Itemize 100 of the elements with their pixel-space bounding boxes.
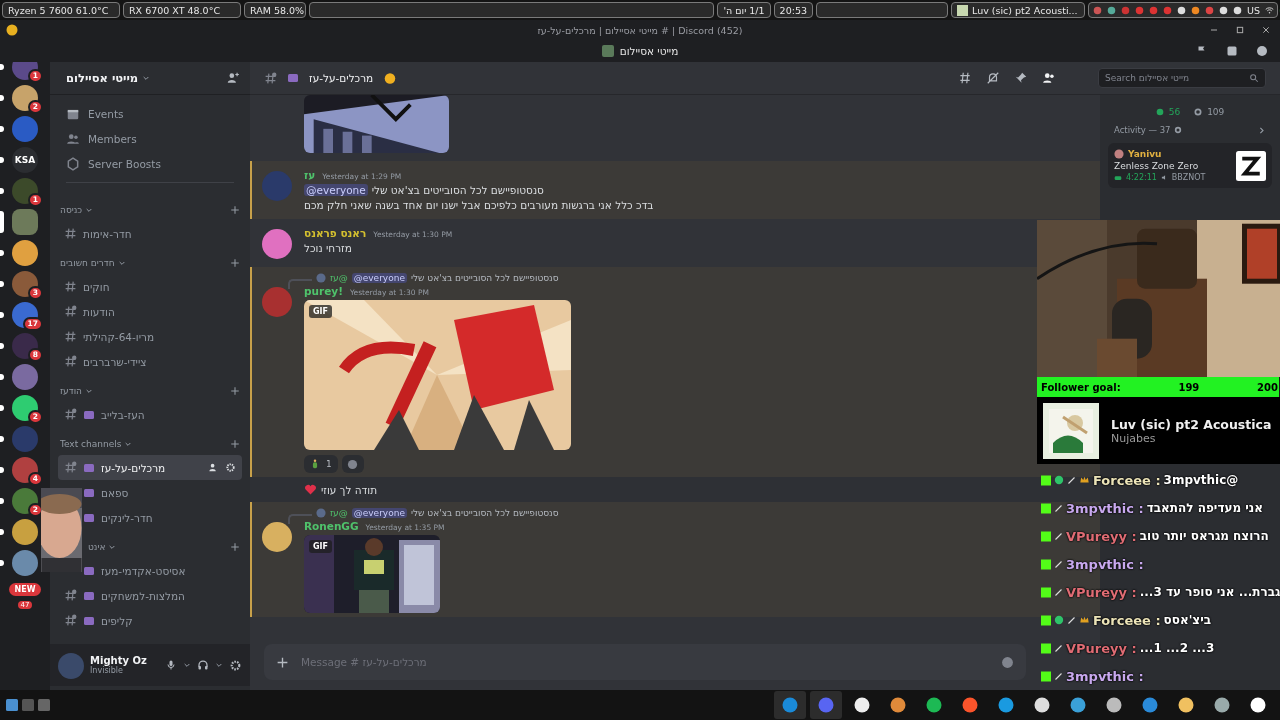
chevron-icon	[117, 259, 126, 267]
channel-item[interactable]: מרכלים-על-עז	[58, 455, 242, 480]
chevron-icon	[142, 74, 151, 82]
avatar[interactable]	[262, 229, 292, 259]
mention[interactable]: @everyone	[351, 508, 407, 518]
close-icon[interactable]	[1262, 26, 1270, 34]
server-icon[interactable]	[12, 85, 38, 111]
server-icon[interactable]	[12, 271, 38, 297]
kick-logo-icon	[1041, 474, 1051, 486]
song-title: Luv (sic) pt2 Acoustica	[1111, 416, 1272, 432]
search-field[interactable]: Search מייטי אסיילום	[1098, 68, 1266, 88]
mention[interactable]: @everyone	[351, 273, 407, 283]
microphone-icon[interactable]	[165, 659, 177, 671]
figure-icon	[310, 458, 320, 470]
chat-message: ביצ'אסס	[1163, 613, 1211, 627]
elapsed-time: 4:22:11	[1126, 173, 1157, 182]
keyboard-layout[interactable]: US	[1247, 4, 1260, 16]
add-reaction-button[interactable]	[341, 455, 364, 473]
reply-user[interactable]: @עז	[330, 508, 348, 518]
server-icon[interactable]	[12, 550, 38, 576]
channel-name[interactable]: אסיסט-אקדמי-מעז	[101, 564, 236, 577]
chevron-icon	[215, 661, 223, 669]
server-icon[interactable]	[12, 178, 38, 204]
app-logo-icon	[6, 24, 18, 36]
server-icon[interactable]	[12, 395, 38, 421]
kick-logo-icon	[1041, 502, 1051, 514]
ram-widget: RAM 58.0%	[244, 2, 306, 18]
channel-title: מרכלים-על-עז	[309, 72, 374, 84]
album-icon	[957, 4, 968, 16]
maximize-icon[interactable]	[1236, 26, 1244, 34]
clock-widget: 20:53	[773, 2, 813, 18]
author-name[interactable]: RonenGG	[304, 520, 359, 532]
chevron-icon	[124, 440, 133, 448]
settings-icon[interactable]	[229, 658, 242, 672]
server-icon[interactable]	[12, 488, 38, 514]
date-widget: 1/1 יום ה'	[717, 2, 771, 18]
headphones-icon[interactable]	[197, 659, 209, 671]
category-label[interactable]: חדרים חשובים	[60, 258, 115, 268]
chat-username: VPureyy :	[1066, 584, 1137, 600]
author-name[interactable]: עז	[304, 169, 316, 181]
pin-icon[interactable]	[1014, 71, 1028, 85]
reply-line	[288, 279, 312, 289]
plus-icon[interactable]	[230, 439, 240, 449]
server-name[interactable]: מייטי אסיילום	[66, 71, 139, 85]
category-label[interactable]: אינט	[88, 542, 106, 552]
server-icon[interactable]	[12, 333, 38, 359]
reply-text[interactable]: סנסטופיישם לכל הסובייטים בצ'אט שלי	[410, 508, 559, 518]
artist-name: Nujabes	[1111, 431, 1157, 445]
channel-name[interactable]: קליפים	[101, 614, 236, 627]
chat-username: VPureyy :	[1066, 528, 1137, 544]
category-label[interactable]: הודעז	[60, 386, 82, 396]
reaction[interactable]: 1	[304, 455, 338, 473]
channel-name[interactable]: מריו-64-קהילתי	[83, 330, 236, 343]
plus-icon[interactable]	[230, 205, 240, 215]
nav-link[interactable]: Members	[88, 132, 137, 145]
threads-icon[interactable]	[958, 71, 972, 85]
user-status: Invisible	[90, 666, 124, 675]
mention[interactable]: @everyone	[304, 184, 368, 196]
chat-message: הרוצח מגראס יותר טוב	[1139, 529, 1269, 543]
server-icon[interactable]	[12, 240, 38, 266]
server-icon[interactable]	[12, 519, 38, 545]
offline-ring-icon	[1194, 108, 1203, 116]
chevron-right-icon[interactable]	[1257, 125, 1266, 135]
bell-muted-icon[interactable]	[986, 71, 1000, 85]
people-icon[interactable]	[1042, 71, 1056, 85]
channel-name[interactable]: חוקים	[83, 280, 236, 293]
goal-label: Follower goal:	[1041, 381, 1121, 393]
author-name[interactable]: ראנס פראנס	[304, 227, 367, 239]
nav-link[interactable]: Server Boosts	[88, 157, 161, 170]
channel-name[interactable]: חדר-לינקים	[101, 511, 236, 524]
settings-icon[interactable]	[1173, 126, 1182, 134]
channel-name[interactable]: ספאם	[101, 486, 236, 499]
server-icon[interactable]: KSA	[12, 147, 38, 173]
media-widget[interactable]: Luv (sic) pt2 Acousti...	[951, 2, 1085, 18]
channel-name[interactable]: הודעות	[83, 305, 236, 318]
plus-icon[interactable]	[230, 258, 240, 268]
channel-name[interactable]: המלצות-למשחקים	[101, 589, 236, 602]
plus-icon[interactable]	[230, 542, 240, 552]
plus-icon[interactable]	[276, 655, 289, 669]
activity-card[interactable]: Yanivu Zenless Zone Zero 4:22:11 BBZNOT	[1108, 143, 1272, 188]
category-label[interactable]: Text channels	[60, 439, 122, 449]
plus-icon[interactable]	[230, 386, 240, 396]
user-name: Mighty Oz	[90, 655, 148, 666]
reply-user[interactable]: @עז	[330, 273, 348, 283]
server-icon[interactable]	[12, 457, 38, 483]
online-count: 56	[1168, 107, 1181, 117]
add-person-icon[interactable]	[226, 71, 240, 85]
avatar[interactable]	[262, 522, 292, 552]
channel-name[interactable]: העז-בלייב	[101, 408, 236, 421]
channel-name[interactable]: חדר-אימות	[83, 227, 236, 240]
gif-label: GIF	[309, 540, 332, 553]
avatar-icon	[316, 508, 326, 518]
author-name[interactable]: purey!	[304, 285, 343, 297]
chat-username: Forceee :	[1093, 612, 1161, 628]
reply-text[interactable]: סנסטופיישם לכל הסובייטים בצ'אט שלי	[410, 273, 559, 283]
nav-link[interactable]: Events	[88, 107, 124, 120]
minimize-icon[interactable]	[1210, 26, 1218, 34]
category-label[interactable]: כניסה	[60, 205, 83, 215]
emoji-icon	[287, 72, 299, 84]
channel-name[interactable]: ציידי-שרברבים	[83, 355, 236, 368]
